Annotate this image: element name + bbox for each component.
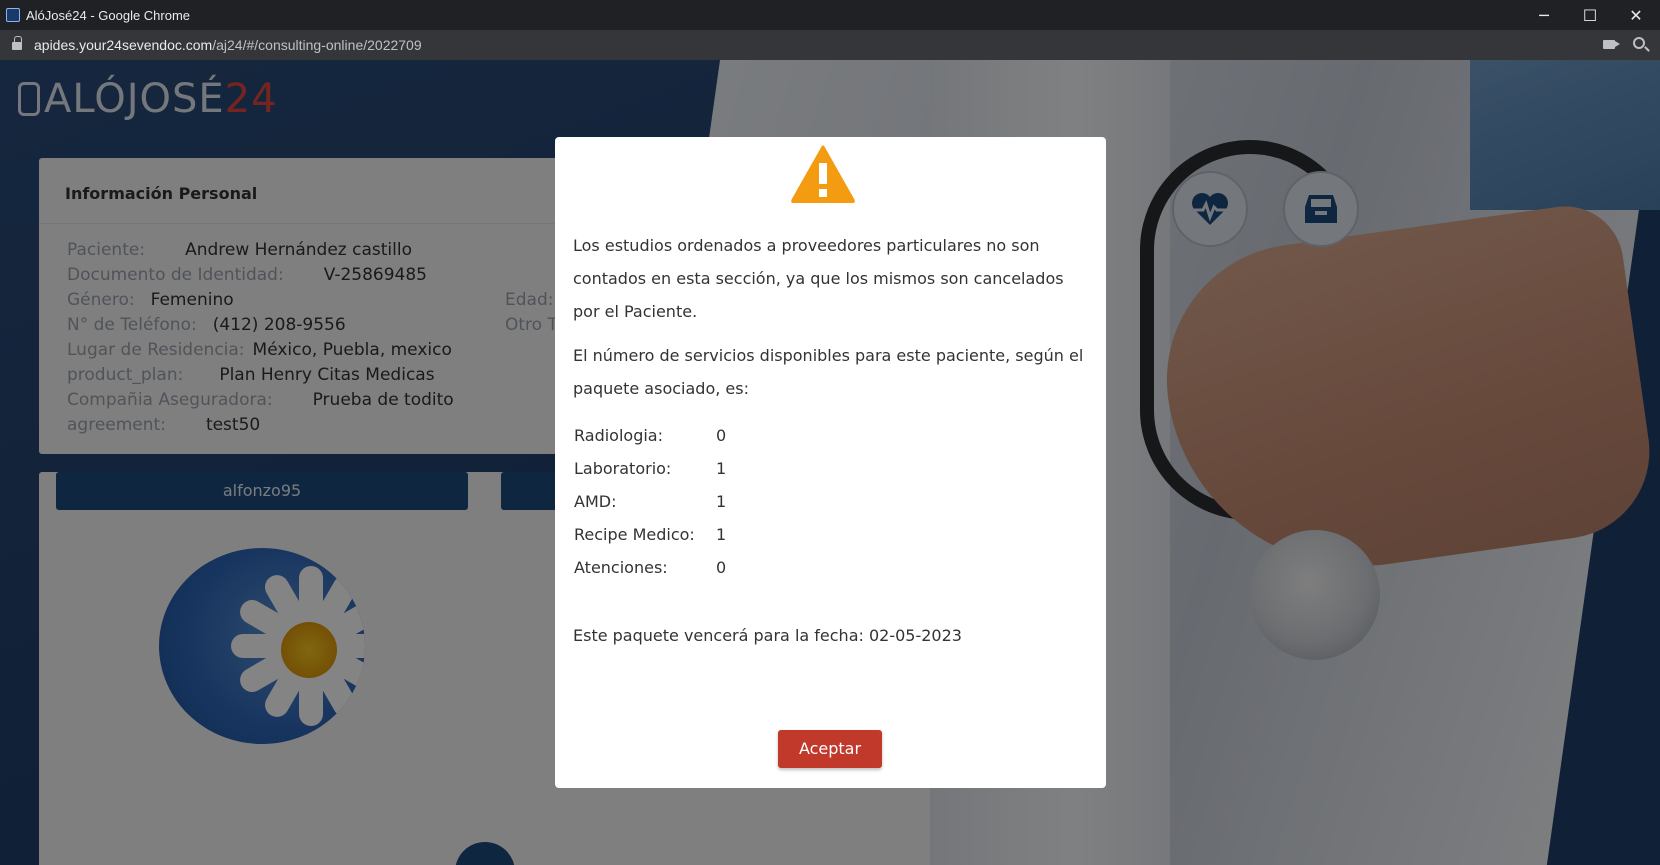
url-path: /aj24/#/consulting-online/2022709: [212, 37, 422, 53]
browser-title-bar: AlóJosé24 - Google Chrome ─ ☐ ✕: [0, 0, 1660, 30]
address-bar[interactable]: apides.your24sevendoc.com/aj24/#/consult…: [0, 30, 1660, 60]
camera-icon[interactable]: [1603, 40, 1620, 49]
service-row-recipe: Recipe Medico: 1: [574, 525, 727, 544]
services-modal: Los estudios ordenados a proveedores par…: [555, 137, 1106, 788]
url-text[interactable]: apides.your24sevendoc.com/aj24/#/consult…: [34, 37, 422, 53]
page-viewport: ALÓJOSÉ24 Información Personal Paciente:…: [0, 60, 1660, 865]
service-row-radiologia: Radiologia: 0: [574, 426, 727, 445]
site-favicon-icon: [6, 8, 20, 22]
close-window-button[interactable]: ✕: [1613, 0, 1659, 30]
lock-icon[interactable]: [12, 36, 22, 50]
warning-icon: [791, 145, 855, 203]
url-host: apides.your24sevendoc.com: [34, 37, 213, 53]
service-row-atenciones: Atenciones: 0: [574, 558, 727, 577]
zoom-icon[interactable]: [1633, 37, 1645, 49]
service-row-amd: AMD: 1: [574, 492, 727, 511]
window-title: AlóJosé24 - Google Chrome: [26, 8, 191, 23]
maximize-button[interactable]: ☐: [1567, 0, 1613, 30]
modal-notice-text: Los estudios ordenados a proveedores par…: [573, 236, 1064, 321]
accept-button[interactable]: Aceptar: [778, 730, 882, 768]
modal-services-intro: El número de servicios disponibles para …: [573, 346, 1084, 398]
service-row-laboratorio: Laboratorio: 1: [574, 459, 727, 478]
package-expiry-text: Este paquete vencerá para la fecha: 02-0…: [573, 626, 962, 645]
minimize-button[interactable]: ─: [1521, 0, 1567, 30]
